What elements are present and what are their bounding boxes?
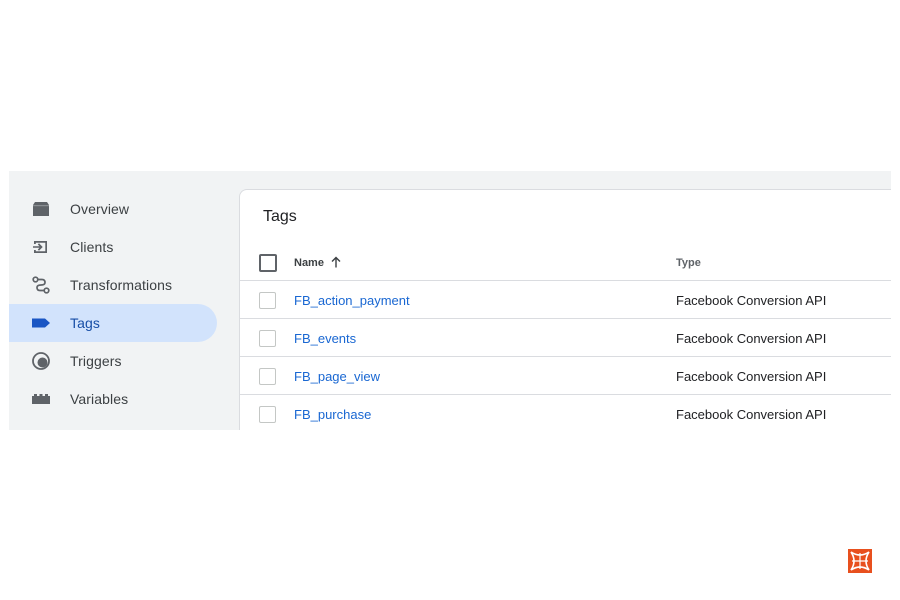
- column-header-type[interactable]: Type: [676, 257, 701, 269]
- sidebar-item-variables[interactable]: Variables: [9, 380, 217, 418]
- sidebar-item-label: Clients: [70, 239, 114, 255]
- column-header-name[interactable]: Name: [294, 257, 324, 269]
- transformations-icon: [32, 276, 50, 294]
- sidebar-item-label: Overview: [70, 201, 130, 217]
- tag-type: Facebook Conversion API: [676, 407, 827, 422]
- tag-name-link[interactable]: FB_action_payment: [294, 293, 410, 308]
- sidebar-item-triggers[interactable]: Triggers: [9, 342, 217, 380]
- row-checkbox[interactable]: [259, 292, 276, 309]
- sidebar-item-label: Tags: [70, 315, 100, 331]
- overview-icon: [33, 202, 49, 216]
- table-row: FB_purchase Facebook Conversion API: [240, 395, 891, 430]
- row-checkbox[interactable]: [259, 368, 276, 385]
- page-title: Tags: [263, 208, 297, 225]
- select-all-checkbox[interactable]: [259, 254, 277, 272]
- tag-type: Facebook Conversion API: [676, 293, 827, 308]
- tag-name-link[interactable]: FB_purchase: [294, 407, 371, 422]
- table-row: FB_events Facebook Conversion API: [240, 319, 891, 357]
- sidebar-item-label: Triggers: [70, 353, 122, 369]
- table-row: FB_page_view Facebook Conversion API: [240, 357, 891, 395]
- arrow-up-icon[interactable]: [329, 255, 343, 269]
- triggers-icon: [32, 352, 50, 370]
- tags-panel: Tags Name Type FB_action_payment Faceboo…: [239, 189, 891, 430]
- sidebar-item-label: Variables: [70, 391, 129, 407]
- sidebar-item-transformations[interactable]: Transformations: [9, 266, 217, 304]
- sidebar-item-clients[interactable]: Clients: [9, 228, 217, 266]
- tag-name-link[interactable]: FB_events: [294, 331, 356, 346]
- clients-icon: [33, 241, 47, 253]
- sidebar-item-overview[interactable]: Overview: [9, 190, 217, 228]
- sidebar-item-label: Transformations: [70, 277, 173, 293]
- tag-icon: [32, 318, 50, 328]
- sidebar-nav: Overview Clients Transformations Tags Tr…: [9, 171, 239, 430]
- table-header: Name Type: [240, 244, 891, 281]
- tag-type: Facebook Conversion API: [676, 331, 827, 346]
- brand-logo-icon: [848, 549, 872, 573]
- variables-icon: [32, 394, 50, 404]
- table-row: FB_action_payment Facebook Conversion AP…: [240, 281, 891, 319]
- row-checkbox[interactable]: [259, 330, 276, 347]
- tag-type: Facebook Conversion API: [676, 369, 827, 384]
- app-window: Overview Clients Transformations Tags Tr…: [9, 171, 891, 430]
- row-checkbox[interactable]: [259, 406, 276, 423]
- sidebar-item-tags[interactable]: Tags: [9, 304, 217, 342]
- tag-name-link[interactable]: FB_page_view: [294, 369, 380, 384]
